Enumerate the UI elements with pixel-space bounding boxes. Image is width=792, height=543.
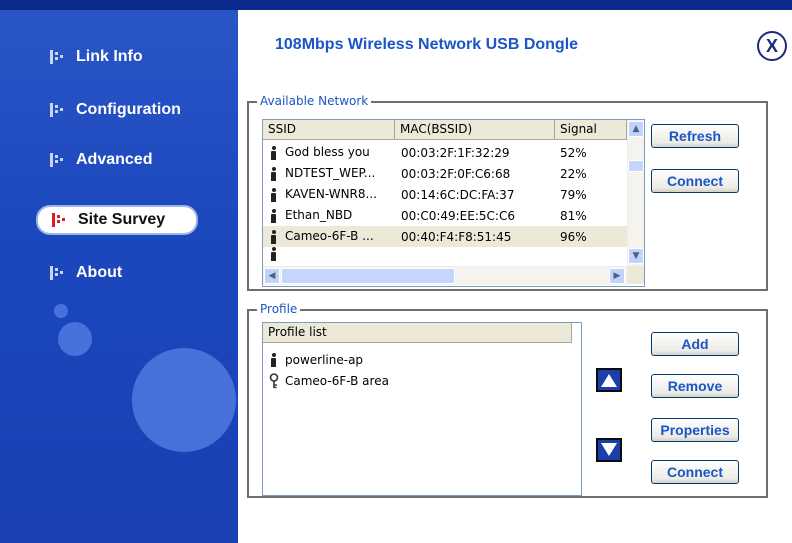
available-network-legend: Available Network xyxy=(257,94,372,108)
arrow-down-icon xyxy=(598,440,620,460)
network-row-partial xyxy=(263,247,283,261)
network-mac: 00:03:2F:0F:C6:68 xyxy=(401,166,511,181)
person-icon xyxy=(269,229,279,244)
network-mac: 00:14:6C:DC:FA:37 xyxy=(401,187,515,202)
key-icon xyxy=(269,372,279,388)
column-header-profile-list[interactable]: Profile list xyxy=(263,323,572,342)
profile-row[interactable]: Cameo-6F-B area xyxy=(263,370,563,391)
sidebar-item-about[interactable]: About xyxy=(36,259,194,287)
top-band xyxy=(0,0,238,10)
bullet-icon xyxy=(50,102,66,118)
decorative-circle xyxy=(54,304,68,318)
scroll-right-icon[interactable]: ▶ xyxy=(609,268,625,284)
arrow-up-icon xyxy=(598,370,620,390)
scroll-corner xyxy=(627,266,644,284)
main-panel: 108Mbps Wireless Network USB Dongle X Av… xyxy=(238,0,792,543)
available-network-group: Available Network SSID MAC(BSSID) Signal… xyxy=(247,94,768,291)
person-icon xyxy=(269,352,279,367)
decorative-circle xyxy=(58,322,92,356)
network-ssid: Ethan_NBD xyxy=(285,208,353,223)
column-header-mac[interactable]: MAC(BSSID) xyxy=(395,120,555,139)
network-signal: 96% xyxy=(560,229,587,244)
network-row-selected[interactable]: Cameo-6F-B ... 00:40:F4:F8:51:45 96% xyxy=(263,226,627,247)
move-down-button[interactable] xyxy=(596,438,622,462)
sidebar-item-configuration[interactable]: Configuration xyxy=(36,96,194,124)
column-header-signal[interactable]: Signal xyxy=(555,120,627,139)
properties-button[interactable]: Properties xyxy=(651,418,739,442)
sidebar-item-label: Link Info xyxy=(76,48,143,65)
network-signal: 81% xyxy=(560,208,587,223)
network-list-header: SSID MAC(BSSID) Signal xyxy=(263,120,627,140)
bullet-icon xyxy=(52,212,68,228)
profile-group: Profile Profile list powerline-ap Cameo-… xyxy=(247,302,768,498)
network-ssid: KAVEN-WNR8... xyxy=(285,187,377,202)
close-button[interactable]: X xyxy=(757,31,787,61)
profile-list[interactable]: Profile list powerline-ap Cameo-6F-B are… xyxy=(262,322,582,496)
connect-profile-button[interactable]: Connect xyxy=(651,460,739,484)
sidebar-item-advanced[interactable]: Advanced xyxy=(36,146,194,174)
network-ssid: God bless you xyxy=(285,145,370,160)
move-up-button[interactable] xyxy=(596,368,622,392)
remove-profile-button[interactable]: Remove xyxy=(651,374,739,398)
person-icon xyxy=(269,208,279,223)
scroll-left-icon[interactable]: ◀ xyxy=(264,268,280,284)
app-title: 108Mbps Wireless Network USB Dongle xyxy=(275,36,579,53)
top-band xyxy=(238,0,792,10)
close-icon: X xyxy=(765,35,778,56)
profile-legend: Profile xyxy=(257,302,301,316)
network-row[interactable]: God bless you 00:03:2F:1F:32:29 52% xyxy=(263,142,627,163)
profile-name: Cameo-6F-B area xyxy=(285,373,389,388)
network-ssid: NDTEST_WEP... xyxy=(285,166,376,181)
sidebar-item-label: Advanced xyxy=(76,151,153,168)
network-row[interactable]: Ethan_NBD 00:C0:49:EE:5C:C6 81% xyxy=(263,205,627,226)
person-icon xyxy=(269,187,279,202)
scroll-thumb[interactable] xyxy=(628,160,644,172)
profile-row[interactable]: powerline-ap xyxy=(263,349,563,370)
network-mac: 00:C0:49:EE:5C:C6 xyxy=(401,208,515,223)
bullet-icon xyxy=(50,265,66,281)
network-row[interactable]: NDTEST_WEP... 00:03:2F:0F:C6:68 22% xyxy=(263,163,627,184)
network-mac: 00:03:2F:1F:32:29 xyxy=(401,145,510,160)
network-ssid: Cameo-6F-B ... xyxy=(285,229,374,244)
sidebar-item-label: Configuration xyxy=(76,101,181,118)
profile-list-header: Profile list xyxy=(263,323,572,343)
scroll-thumb[interactable] xyxy=(281,268,455,284)
person-icon xyxy=(269,166,279,181)
bullet-icon xyxy=(50,152,66,168)
network-mac: 00:40:F4:F8:51:45 xyxy=(401,229,512,244)
bullet-icon xyxy=(50,49,66,65)
network-row[interactable]: KAVEN-WNR8... 00:14:6C:DC:FA:37 79% xyxy=(263,184,627,205)
person-icon xyxy=(269,247,277,261)
sidebar-item-site-survey[interactable]: Site Survey xyxy=(36,205,198,235)
sidebar-item-link-info[interactable]: Link Info xyxy=(36,43,194,71)
connect-network-button[interactable]: Connect xyxy=(651,169,739,193)
network-signal: 79% xyxy=(560,187,587,202)
network-list-hscrollbar[interactable]: ◀ ▶ xyxy=(263,266,627,285)
network-list-vscrollbar[interactable]: ▲ ▼ xyxy=(627,120,644,266)
network-list[interactable]: SSID MAC(BSSID) Signal God bless you 00:… xyxy=(262,119,645,287)
refresh-button[interactable]: Refresh xyxy=(651,124,739,148)
profile-name: powerline-ap xyxy=(285,352,364,367)
network-signal: 22% xyxy=(560,166,587,181)
network-signal: 52% xyxy=(560,145,587,160)
add-profile-button[interactable]: Add xyxy=(651,332,739,356)
scroll-down-icon[interactable]: ▼ xyxy=(628,248,644,264)
sidebar-item-label: About xyxy=(76,264,123,281)
sidebar: Link Info Configuration Advanced Site Su… xyxy=(0,0,238,543)
decorative-circle xyxy=(132,348,236,452)
person-icon xyxy=(269,145,279,160)
column-header-ssid[interactable]: SSID xyxy=(263,120,395,139)
sidebar-item-label: Site Survey xyxy=(78,211,166,228)
scroll-up-icon[interactable]: ▲ xyxy=(628,121,644,137)
